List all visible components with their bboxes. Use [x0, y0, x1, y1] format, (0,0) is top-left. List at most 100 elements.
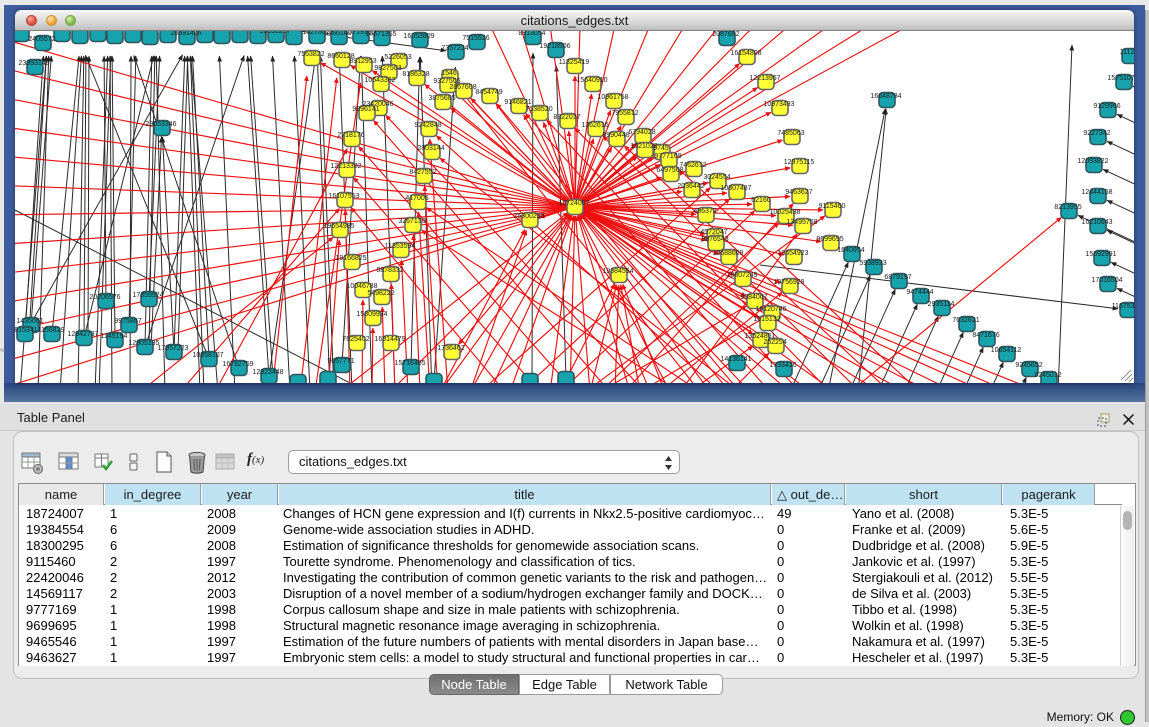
svg-text:10961758: 10961758: [597, 94, 628, 101]
svg-text:20206576: 20206576: [89, 294, 120, 301]
svg-text:9245012: 9245012: [1034, 372, 1061, 379]
svg-text:19218506: 19218506: [539, 43, 570, 50]
svg-text:9876543: 9876543: [701, 236, 728, 243]
svg-text:19654985: 19654985: [323, 223, 354, 230]
svg-text:5938923: 5938923: [859, 260, 886, 267]
svg-text:16782759: 16782759: [222, 361, 253, 368]
svg-text:10688609: 10688609: [712, 250, 743, 257]
svg-text:252254: 252254: [763, 339, 786, 346]
svg-text:10958107: 10958107: [192, 352, 223, 359]
svg-text:19756928: 19756928: [773, 279, 804, 286]
svg-text:8322037: 8322037: [553, 114, 580, 121]
svg-text:7357224: 7357224: [441, 45, 468, 52]
svg-text:16914479: 16914479: [374, 336, 405, 343]
svg-text:10553267: 10553267: [259, 31, 290, 35]
svg-text:7632621: 7632621: [952, 317, 979, 324]
svg-text:14671355: 14671355: [365, 31, 396, 38]
svg-text:9745: 9745: [653, 145, 669, 152]
svg-text:9975867: 9975867: [114, 318, 141, 325]
svg-text:1546: 1546: [441, 70, 457, 77]
svg-text:7625402: 7625402: [342, 336, 369, 343]
svg-text:11325419: 11325419: [559, 59, 590, 66]
svg-text:5498222: 5498222: [367, 290, 394, 297]
svg-text:8878332: 8878332: [376, 267, 403, 274]
svg-text:9699695: 9699695: [816, 236, 843, 243]
svg-text:8427552: 8427552: [409, 169, 436, 176]
svg-text:16120746: 16120746: [755, 306, 786, 313]
svg-text:16154808: 16154808: [730, 50, 761, 57]
svg-text:15809934: 15809934: [356, 311, 387, 318]
svg-text:9129966: 9129966: [1093, 103, 1120, 110]
svg-text:10654112: 10654112: [991, 347, 1022, 354]
svg-text:1362615: 1362615: [581, 122, 608, 129]
svg-text:17359924: 17359924: [132, 292, 163, 299]
svg-text:2867608: 2867608: [449, 84, 476, 91]
svg-text:10973493: 10973493: [763, 101, 794, 108]
svg-text:1615132: 1615132: [753, 316, 780, 323]
svg-text:2803144: 2803144: [417, 145, 444, 152]
svg-text:10046788: 10046788: [346, 283, 377, 290]
svg-text:17016504: 17016504: [1091, 277, 1122, 284]
svg-text:12444158: 12444158: [1081, 189, 1112, 196]
svg-text:13495758: 13495758: [786, 219, 817, 226]
svg-text:7485063: 7485063: [777, 130, 804, 137]
svg-text:9146821: 9146821: [504, 99, 531, 106]
svg-text:23993148: 23993148: [18, 60, 49, 67]
svg-text:10543362: 10543362: [364, 77, 395, 84]
svg-text:7462612: 7462612: [679, 162, 706, 169]
svg-text:8912953: 8912953: [349, 58, 376, 65]
svg-text:3024554: 3024554: [703, 174, 730, 181]
svg-text:19384554: 19384554: [602, 268, 633, 275]
svg-text:12213382: 12213382: [330, 163, 361, 170]
svg-text:5226053: 5226053: [384, 54, 411, 61]
svg-text:20691406: 20691406: [170, 31, 201, 37]
svg-text:16107553: 16107553: [328, 193, 359, 200]
svg-text:3915341: 3915341: [15, 327, 38, 334]
svg-text:9463627: 9463627: [785, 189, 812, 196]
svg-text:12975115: 12975115: [784, 159, 815, 166]
svg-text:12213967: 12213967: [749, 75, 780, 82]
svg-text:7538520: 7538520: [525, 106, 552, 113]
svg-text:6794028: 6794028: [628, 129, 655, 136]
svg-text:1156829: 1156829: [38, 327, 65, 334]
svg-text:15751074: 15751074: [1107, 75, 1134, 82]
svg-text:9245652: 9245652: [1015, 362, 1042, 369]
svg-text:2087682: 2087682: [712, 31, 739, 38]
svg-text:2935114: 2935114: [928, 301, 955, 308]
svg-text:4572047: 4572047: [700, 229, 727, 236]
svg-text:2036442: 2036442: [677, 183, 704, 190]
svg-text:15640910: 15640910: [576, 77, 607, 84]
svg-text:1640954: 1640954: [837, 247, 864, 254]
svg-text:18724007: 18724007: [558, 200, 589, 207]
svg-text:3267130: 3267130: [398, 218, 425, 225]
svg-text:2405572: 2405572: [28, 36, 55, 43]
svg-text:8454749: 8454749: [475, 89, 502, 96]
svg-text:1733426: 1733426: [769, 362, 796, 369]
svg-text:9227342: 9227342: [1083, 130, 1110, 137]
svg-text:8186328: 8186328: [402, 71, 429, 78]
svg-text:16053809: 16053809: [403, 33, 434, 40]
svg-text:2718176: 2718176: [337, 132, 364, 139]
svg-text:19654923: 19654923: [777, 250, 808, 257]
svg-text:10025438: 10025438: [769, 209, 800, 216]
svg-text:15692991: 15692991: [1085, 251, 1116, 258]
svg-text:14136141: 14136141: [720, 356, 751, 363]
svg-text:11353594: 11353594: [385, 243, 416, 250]
svg-text:8213955: 8213955: [1054, 204, 1081, 211]
svg-text:17957223: 17957223: [157, 345, 188, 352]
svg-text:1145194: 1145194: [101, 333, 128, 340]
svg-text:9777169: 9777169: [654, 153, 681, 160]
svg-text:9827503: 9827503: [374, 65, 401, 72]
svg-text:12093822: 12093822: [1077, 158, 1108, 165]
svg-text:11675338: 11675338: [1112, 303, 1134, 310]
svg-text:9084067: 9084067: [740, 294, 767, 301]
svg-text:9115460: 9115460: [819, 203, 846, 210]
svg-text:1736462: 1736462: [437, 345, 464, 352]
svg-text:9896141: 9896141: [352, 106, 379, 113]
svg-text:3875685: 3875685: [428, 95, 455, 102]
svg-text:6879197: 6879197: [884, 274, 911, 281]
svg-text:8471676: 8471676: [972, 332, 999, 339]
svg-text:8990448: 8990448: [602, 132, 629, 139]
svg-text:9474444: 9474444: [906, 289, 933, 296]
svg-text:9657771: 9657771: [327, 358, 354, 365]
